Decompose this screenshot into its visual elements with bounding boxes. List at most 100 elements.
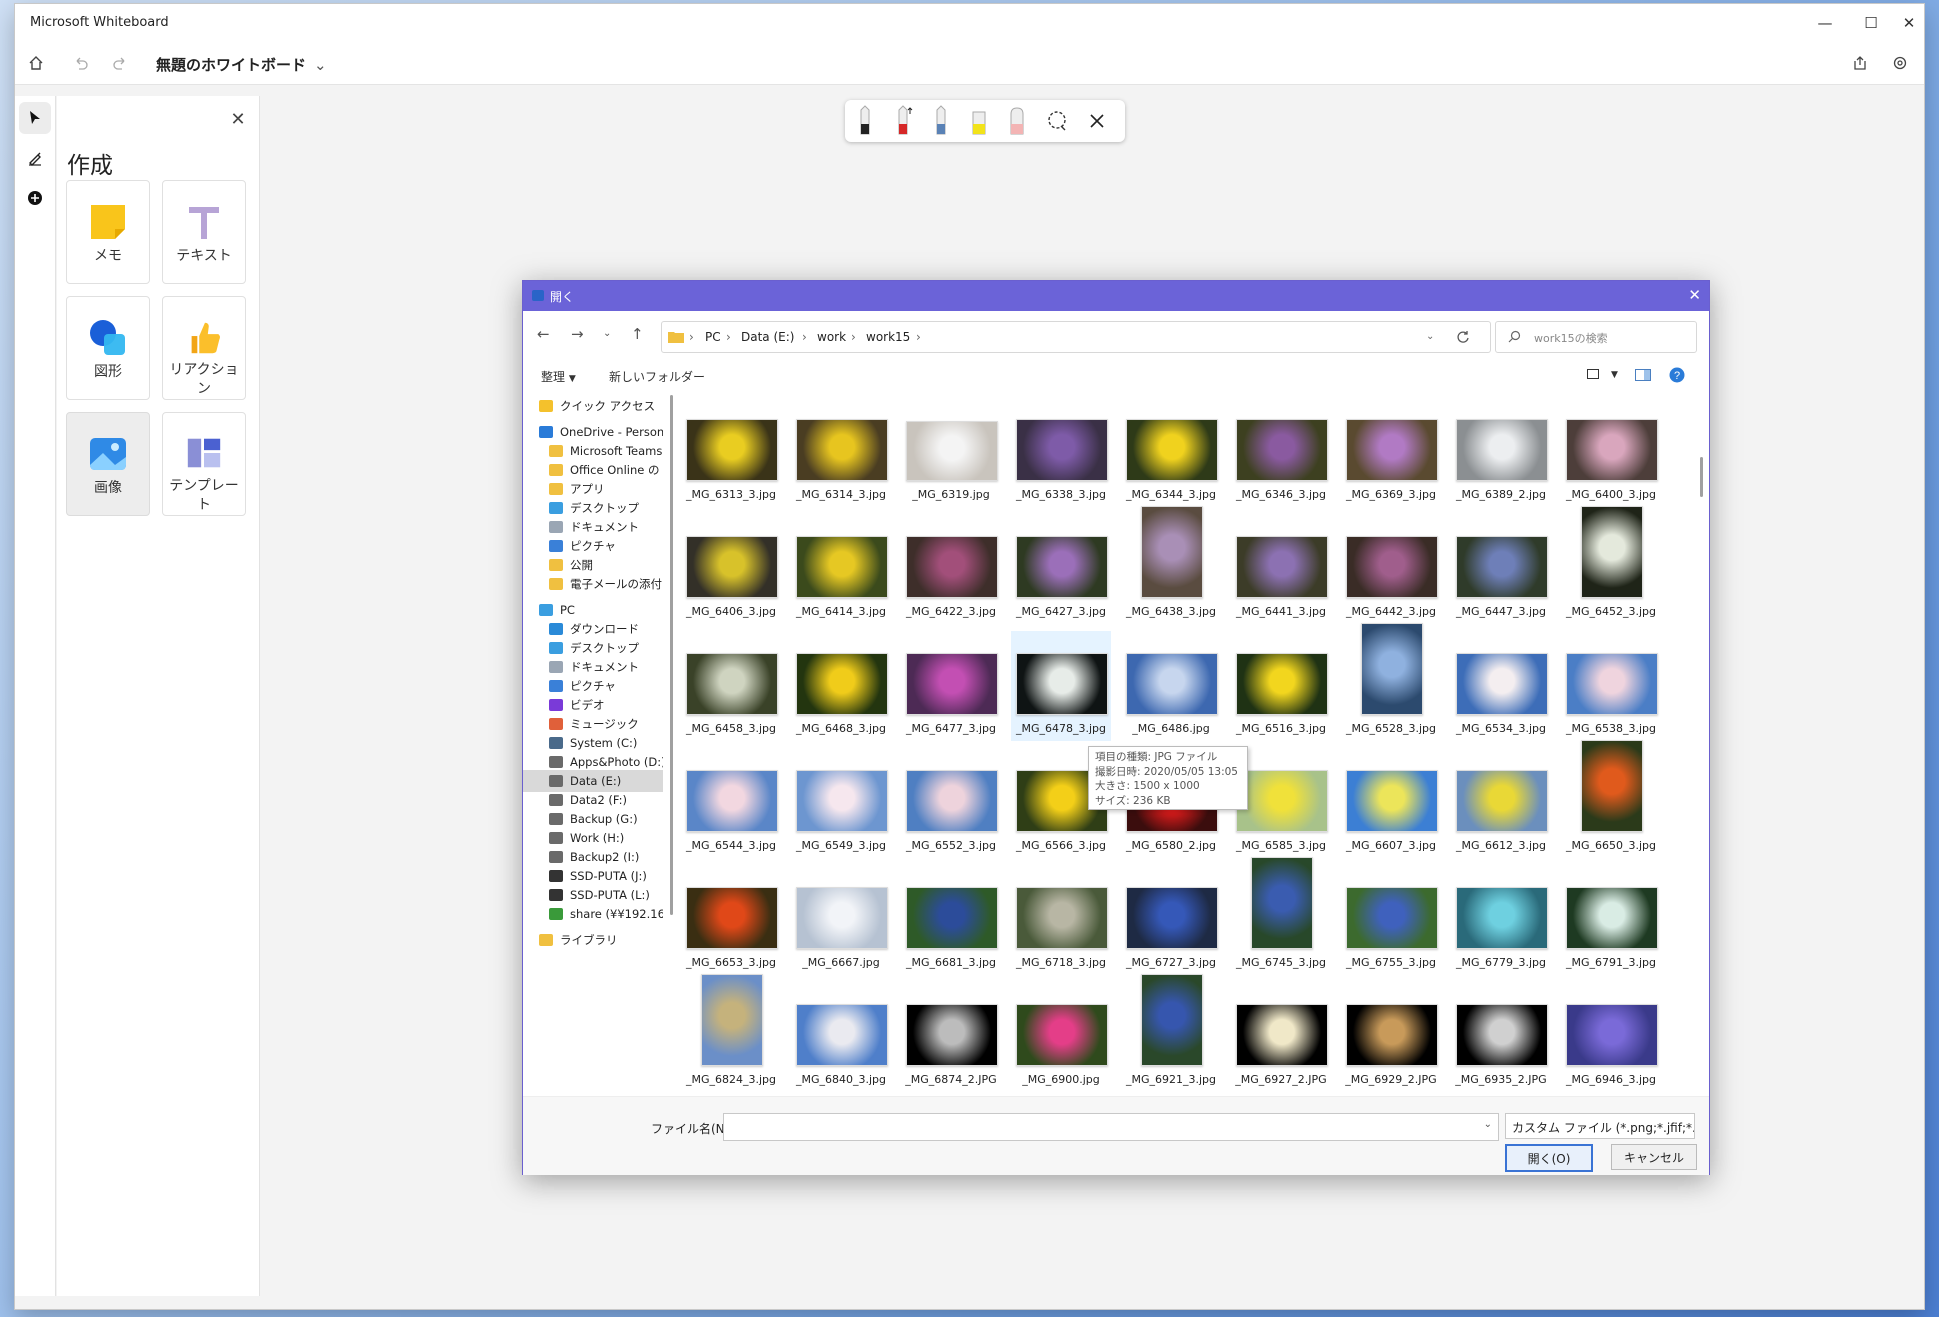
file-item[interactable]: _MG_6534_3.jpg	[1451, 631, 1551, 741]
file-item[interactable]: _MG_6427_3.jpg	[1011, 514, 1111, 624]
file-item[interactable]: _MG_6313_3.jpg	[681, 397, 781, 507]
file-item[interactable]: _MG_6458_3.jpg	[681, 631, 781, 741]
file-item[interactable]: _MG_6718_3.jpg	[1011, 865, 1111, 975]
navigation-pane-scrollbar[interactable]	[670, 395, 673, 915]
file-item[interactable]: _MG_6400_3.jpg	[1561, 397, 1661, 507]
file-item[interactable]: _MG_6319.jpg	[901, 397, 1001, 507]
new-folder-button[interactable]: 新しいフォルダー	[609, 368, 705, 385]
open-button[interactable]: 開く(O)	[1505, 1144, 1593, 1172]
file-item[interactable]: _MG_6468_3.jpg	[791, 631, 891, 741]
search-box[interactable]: work15の検索	[1495, 321, 1697, 353]
recent-locations-chevron-icon[interactable]: ⌄	[603, 328, 611, 339]
file-item[interactable]: _MG_6927_2.JPG	[1231, 982, 1331, 1092]
breadcrumb-data-e[interactable]: Data (E:)	[741, 330, 794, 344]
file-item[interactable]: _MG_6681_3.jpg	[901, 865, 1001, 975]
undo-icon[interactable]	[64, 42, 98, 84]
share-icon[interactable]	[1843, 42, 1877, 84]
filename-input[interactable]: ⌄	[723, 1113, 1499, 1141]
breadcrumb-work15[interactable]: work15	[866, 330, 910, 344]
highlighter-icon[interactable]	[965, 104, 993, 138]
note-card[interactable]: メモ	[66, 180, 150, 284]
help-icon[interactable]: ?	[1669, 367, 1685, 383]
file-item[interactable]: _MG_6344_3.jpg	[1121, 397, 1221, 507]
file-item[interactable]: _MG_6438_3.jpg	[1121, 506, 1221, 624]
select-tool-button[interactable]	[19, 102, 51, 134]
file-item[interactable]: _MG_6442_3.jpg	[1341, 514, 1441, 624]
breadcrumb-pc[interactable]: PC	[705, 330, 721, 344]
home-icon[interactable]	[19, 42, 53, 84]
file-item[interactable]: _MG_6447_3.jpg	[1451, 514, 1551, 624]
red-pen-icon[interactable]	[889, 104, 917, 138]
file-item[interactable]: _MG_6946_3.jpg	[1561, 982, 1661, 1092]
blue-pen-icon[interactable]	[927, 104, 955, 138]
file-item[interactable]: _MG_6874_2.JPG	[901, 982, 1001, 1092]
file-item[interactable]: _MG_6727_3.jpg	[1121, 865, 1221, 975]
redo-icon[interactable]	[103, 42, 137, 84]
board-title-dropdown[interactable]: 無題のホワイトボード ⌄	[156, 54, 327, 75]
file-item[interactable]: _MG_6929_2.JPG	[1341, 982, 1441, 1092]
up-arrow-icon[interactable]: ↑	[631, 325, 644, 343]
eraser-icon[interactable]	[1003, 104, 1031, 138]
image-card[interactable]: 画像	[66, 412, 150, 516]
file-item[interactable]: _MG_6346_3.jpg	[1231, 397, 1331, 507]
close-inking-icon[interactable]	[1083, 104, 1111, 138]
text-card[interactable]: テキスト	[162, 180, 246, 284]
file-item[interactable]: _MG_6538_3.jpg	[1561, 631, 1661, 741]
cancel-button[interactable]: キャンセル	[1611, 1144, 1697, 1170]
close-panel-button[interactable]: ✕	[225, 106, 251, 132]
filename-history-chevron-icon[interactable]: ⌄	[1484, 1119, 1492, 1130]
nav-item[interactable]: share (¥¥192.168	[523, 903, 663, 925]
file-item[interactable]: _MG_6549_3.jpg	[791, 748, 891, 858]
forward-arrow-icon[interactable]: →	[571, 325, 584, 343]
preview-pane-icon[interactable]	[1635, 369, 1651, 381]
file-item[interactable]: _MG_6477_3.jpg	[901, 631, 1001, 741]
nav-item[interactable]: 電子メールの添付	[523, 573, 663, 595]
file-item[interactable]: _MG_6745_3.jpg	[1231, 857, 1331, 975]
file-item[interactable]: _MG_6840_3.jpg	[791, 982, 891, 1092]
back-arrow-icon[interactable]: ←	[537, 325, 550, 343]
address-dropdown-chevron-icon[interactable]: ⌄	[1426, 331, 1434, 342]
file-item[interactable]: _MG_6544_3.jpg	[681, 748, 781, 858]
file-item[interactable]: _MG_6452_3.jpg	[1561, 506, 1661, 624]
shapes-card[interactable]: 図形	[66, 296, 150, 400]
file-item[interactable]: _MG_6414_3.jpg	[791, 514, 891, 624]
view-dropdown-icon[interactable]: ▼	[1611, 370, 1618, 380]
file-item[interactable]: _MG_6389_2.jpg	[1451, 397, 1551, 507]
file-item[interactable]: _MG_6824_3.jpg	[681, 974, 781, 1092]
file-item[interactable]: _MG_6338_3.jpg	[1011, 397, 1111, 507]
file-item[interactable]: _MG_6478_3.jpg	[1011, 631, 1111, 741]
file-item[interactable]: _MG_6779_3.jpg	[1451, 865, 1551, 975]
file-item[interactable]: _MG_6935_2.JPG	[1451, 982, 1551, 1092]
file-item[interactable]: _MG_6667.jpg	[791, 865, 891, 975]
file-list-scrollbar[interactable]	[1700, 457, 1703, 497]
black-pen-icon[interactable]	[851, 104, 879, 138]
organize-menu-button[interactable]: 整理 ▼	[541, 368, 576, 385]
file-item[interactable]: _MG_6528_3.jpg	[1341, 623, 1441, 741]
file-item[interactable]: _MG_6755_3.jpg	[1341, 865, 1441, 975]
file-item[interactable]: _MG_6921_3.jpg	[1121, 974, 1221, 1092]
file-item[interactable]: _MG_6369_3.jpg	[1341, 397, 1441, 507]
close-window-button[interactable]: ✕	[1894, 4, 1924, 42]
file-item[interactable]: _MG_6486.jpg	[1121, 631, 1221, 741]
file-item[interactable]: _MG_6791_3.jpg	[1561, 865, 1661, 975]
view-options-icon[interactable]	[1587, 369, 1601, 381]
file-item[interactable]: _MG_6612_3.jpg	[1451, 748, 1551, 858]
nav-item[interactable]: ライブラリ	[523, 929, 663, 951]
template-card[interactable]: テンプレート	[162, 412, 246, 516]
reaction-card[interactable]: リアクション	[162, 296, 246, 400]
address-bar[interactable]: › PC › Data (E:) › work › work15 › ⌄	[661, 321, 1491, 353]
settings-gear-icon[interactable]	[1883, 42, 1917, 84]
file-item[interactable]: _MG_6441_3.jpg	[1231, 514, 1331, 624]
file-item[interactable]: _MG_6314_3.jpg	[791, 397, 891, 507]
file-item[interactable]: _MG_6653_3.jpg	[681, 865, 781, 975]
lasso-select-icon[interactable]	[1043, 104, 1071, 138]
file-item[interactable]: _MG_6900.jpg	[1011, 982, 1111, 1092]
file-item[interactable]: _MG_6422_3.jpg	[901, 514, 1001, 624]
file-item[interactable]: _MG_6406_3.jpg	[681, 514, 781, 624]
file-item[interactable]: _MG_6552_3.jpg	[901, 748, 1001, 858]
dialog-close-button[interactable]: ✕	[1688, 286, 1701, 304]
file-type-filter[interactable]: カスタム ファイル (*.png;*.jfif;*.pjpe	[1505, 1113, 1695, 1139]
inking-tool-button[interactable]	[19, 142, 51, 174]
refresh-icon[interactable]	[1456, 330, 1470, 344]
file-item[interactable]: _MG_6516_3.jpg	[1231, 631, 1331, 741]
